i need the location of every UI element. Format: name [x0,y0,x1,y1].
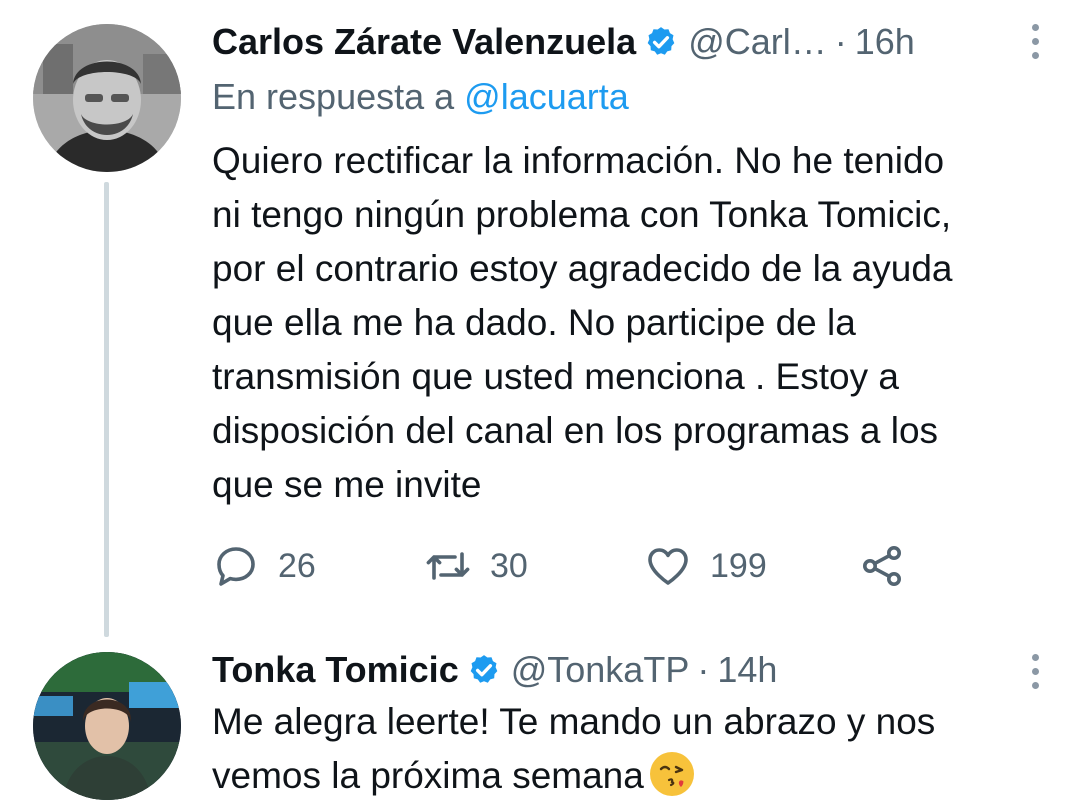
verified-badge-icon [647,27,675,55]
retweet-button[interactable]: 30 [424,538,528,594]
author-name[interactable]: Tonka Tomicic [212,649,459,691]
avatar-carlos[interactable] [33,24,181,172]
separator-dot: · [697,649,710,690]
reply-icon [217,547,255,586]
tweet-carlos[interactable]: Carlos Zárate Valenzuela @Carl… · 16h En… [0,0,1080,640]
like-count: 199 [710,546,767,585]
author-name[interactable]: Carlos Zárate Valenzuela [212,21,636,63]
thread-connector-line [104,182,109,637]
tweet-text: Quiero rectificar la información. No he … [212,140,953,505]
tweet-timestamp[interactable]: 16h [855,21,915,63]
tweet-header: Carlos Zárate Valenzuela @Carl… · 16h [212,12,1050,72]
avatar-tonka[interactable] [33,652,181,800]
kissing-face-with-heart-emoji [649,752,694,796]
share-button[interactable] [858,538,924,594]
tweet-text-content: Me alegra leerte! Te mando un abrazo y n… [212,701,936,796]
reply-count: 26 [278,546,316,585]
verified-badge-icon [470,655,498,683]
heart-icon [648,548,688,585]
tweet-actions: 26 30 199 [212,538,932,594]
reply-context: En respuesta a @lacuarta [212,76,629,118]
share-icon [863,546,901,586]
avatar-tonka-image [33,652,181,800]
more-vertical-icon[interactable] [1030,654,1040,689]
retweet-icon [426,552,470,580]
tweet-timestamp[interactable]: 14h [717,649,777,691]
tweet-text: Me alegra leerte! Te mando un abrazo y n… [212,695,1052,803]
reply-button[interactable]: 26 [212,538,316,594]
author-handle[interactable]: @TonkaTP [511,649,690,691]
author-handle[interactable]: @Carl… [688,21,827,63]
tweet-header: Tonka Tomicic @TonkaTP · 14h [212,640,1050,700]
more-vertical-icon[interactable] [1030,24,1040,59]
separator-dot: · [834,21,847,62]
avatar-carlos-image [33,24,181,172]
retweet-count: 30 [490,546,528,585]
like-button[interactable]: 199 [644,538,767,594]
reply-mention-link[interactable]: @lacuarta [464,76,629,117]
reply-prefix: En respuesta a [212,76,455,117]
